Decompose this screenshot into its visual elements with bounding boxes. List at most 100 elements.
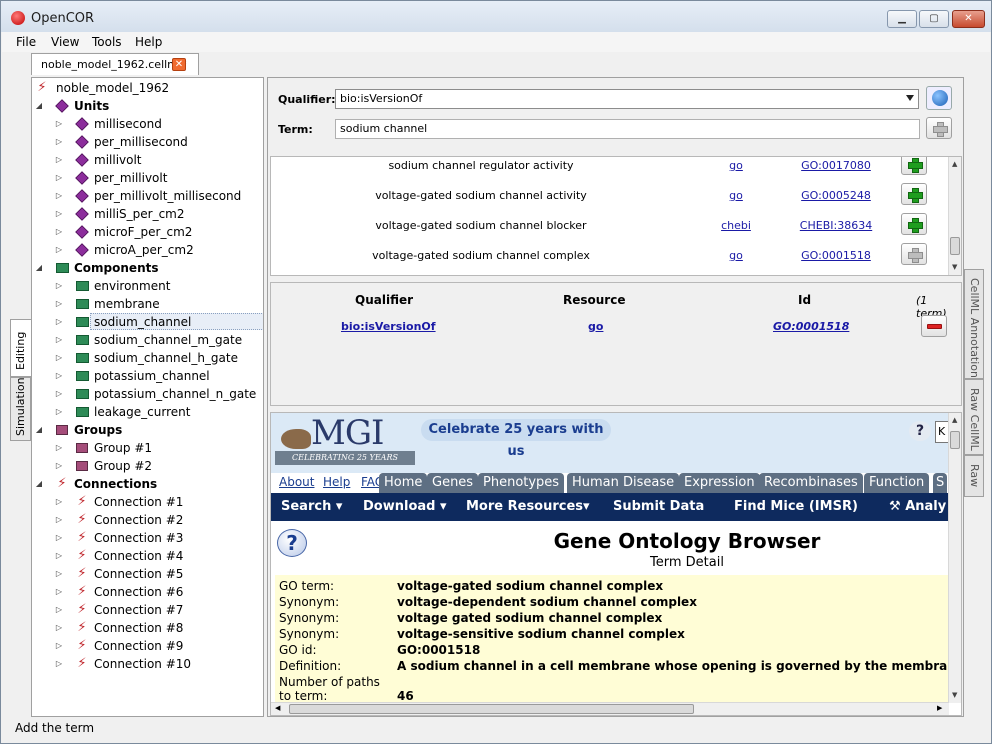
tree-item[interactable]: ◢ Units bbox=[34, 97, 254, 115]
tab-recombinases[interactable]: Recombinases bbox=[759, 473, 863, 493]
collapsed-arrow-icon[interactable]: ▷ bbox=[54, 619, 64, 637]
tree-item[interactable]: ▷ millivolt bbox=[54, 151, 263, 169]
menu-view[interactable]: View bbox=[51, 35, 79, 49]
tab-human-disease[interactable]: Human Disease bbox=[567, 473, 680, 493]
web-hscroll-thumb[interactable] bbox=[289, 704, 694, 714]
collapsed-arrow-icon[interactable]: ▷ bbox=[54, 151, 64, 169]
web-scroll-thumb[interactable] bbox=[950, 431, 960, 449]
collapsed-arrow-icon[interactable]: ▷ bbox=[54, 403, 64, 421]
qualifier-link[interactable]: bio:isVersionOf bbox=[341, 320, 436, 333]
nav-download[interactable]: Download ▾ bbox=[363, 499, 447, 514]
nav-search[interactable]: Search ▾ bbox=[281, 499, 342, 514]
expanded-arrow-icon[interactable]: ◢ bbox=[34, 421, 44, 439]
resource-link[interactable]: go bbox=[588, 320, 603, 333]
collapsed-arrow-icon[interactable]: ▷ bbox=[54, 187, 64, 205]
celebrate-link[interactable]: Celebrate 25 years with us bbox=[421, 419, 611, 459]
tree-item[interactable]: ▷ membrane bbox=[54, 295, 263, 313]
menu-tools[interactable]: Tools bbox=[92, 35, 122, 49]
tab-more[interactable]: S bbox=[933, 473, 948, 493]
collapsed-arrow-icon[interactable]: ▷ bbox=[54, 331, 64, 349]
tree-item[interactable]: ▷ ⚡ Connection #3 bbox=[54, 529, 263, 547]
tree-item[interactable]: ▷ sodium_channel bbox=[54, 313, 263, 331]
collapsed-arrow-icon[interactable]: ▷ bbox=[54, 565, 64, 583]
tree-item[interactable]: ▷ ⚡ Connection #6 bbox=[54, 583, 263, 601]
collapsed-arrow-icon[interactable]: ▷ bbox=[54, 133, 64, 151]
tab-raw[interactable]: Raw bbox=[964, 455, 984, 497]
tab-home[interactable]: Home bbox=[379, 473, 428, 493]
scroll-up-icon[interactable]: ▲ bbox=[952, 160, 957, 168]
collapsed-arrow-icon[interactable]: ▷ bbox=[54, 313, 64, 331]
scroll-down-icon[interactable]: ▼ bbox=[952, 691, 957, 699]
tree-item[interactable]: ▷ ⚡ Connection #9 bbox=[54, 637, 263, 655]
tree-item[interactable]: ▷ leakage_current bbox=[54, 403, 263, 421]
collapsed-arrow-icon[interactable]: ▷ bbox=[54, 655, 64, 673]
collapsed-arrow-icon[interactable]: ▷ bbox=[54, 601, 64, 619]
tree-item[interactable]: ▷ ⚡ Connection #2 bbox=[54, 511, 263, 529]
tree-item[interactable]: ▷ ⚡ Connection #7 bbox=[54, 601, 263, 619]
add-result-button[interactable] bbox=[901, 157, 927, 175]
results-scroll-thumb[interactable] bbox=[950, 237, 960, 255]
result-id-link[interactable]: GO:0005248 bbox=[791, 189, 881, 202]
result-id-link[interactable]: CHEBI:38634 bbox=[791, 219, 881, 232]
tab-function[interactable]: Function bbox=[864, 473, 930, 493]
tree-item[interactable]: ▷ millisecond bbox=[54, 115, 263, 133]
expanded-arrow-icon[interactable]: ◢ bbox=[34, 97, 44, 115]
help-circle-icon[interactable]: ? bbox=[277, 529, 307, 557]
results-scrollbar[interactable]: ▲ ▼ bbox=[948, 157, 961, 275]
expanded-arrow-icon[interactable]: ◢ bbox=[34, 259, 44, 277]
collapsed-arrow-icon[interactable]: ▷ bbox=[54, 169, 64, 187]
tab-raw-cellml[interactable]: Raw CellML bbox=[964, 379, 984, 455]
tab-phenotypes[interactable]: Phenotypes bbox=[478, 473, 565, 493]
collapsed-arrow-icon[interactable]: ▷ bbox=[54, 529, 64, 547]
add-result-button[interactable] bbox=[901, 243, 927, 265]
tree-item[interactable]: ▷ milliS_per_cm2 bbox=[54, 205, 263, 223]
tree-item[interactable]: ▷ sodium_channel_h_gate bbox=[54, 349, 263, 367]
tab-editing[interactable]: Editing bbox=[10, 319, 31, 377]
term-input[interactable]: sodium channel bbox=[335, 119, 920, 139]
collapsed-arrow-icon[interactable]: ▷ bbox=[54, 493, 64, 511]
tree-item[interactable]: ▷ ⚡ Connection #1 bbox=[54, 493, 263, 511]
tree-item[interactable]: ▷ sodium_channel_m_gate bbox=[54, 331, 263, 349]
expanded-arrow-icon[interactable]: ◢ bbox=[34, 475, 44, 493]
quick-search-input[interactable]: K bbox=[935, 421, 949, 443]
scroll-right-icon[interactable]: ▶ bbox=[937, 704, 942, 712]
result-resource-link[interactable]: go bbox=[711, 249, 761, 262]
collapsed-arrow-icon[interactable]: ▷ bbox=[54, 115, 64, 133]
about-link[interactable]: About bbox=[279, 475, 314, 489]
collapsed-arrow-icon[interactable]: ▷ bbox=[54, 277, 64, 295]
collapsed-arrow-icon[interactable]: ▷ bbox=[54, 241, 64, 259]
collapsed-arrow-icon[interactable]: ▷ bbox=[54, 457, 64, 475]
web-vertical-scrollbar[interactable]: ▲ ▼ bbox=[948, 413, 961, 703]
add-term-button[interactable] bbox=[926, 117, 952, 139]
collapsed-arrow-icon[interactable]: ▷ bbox=[54, 295, 64, 313]
collapsed-arrow-icon[interactable]: ▷ bbox=[54, 223, 64, 241]
scroll-left-icon[interactable]: ◀ bbox=[275, 704, 280, 712]
collapsed-arrow-icon[interactable]: ▷ bbox=[54, 637, 64, 655]
tree-item[interactable]: ▷ per_millivolt_millisecond bbox=[54, 187, 263, 205]
result-resource-link[interactable]: go bbox=[711, 189, 761, 202]
nav-find-mice[interactable]: Find Mice (IMSR) bbox=[734, 499, 858, 514]
menu-help[interactable]: Help bbox=[135, 35, 162, 49]
tab-expression[interactable]: Expression bbox=[679, 473, 760, 493]
nav-analysis[interactable]: ⚒ Analy bbox=[889, 499, 946, 514]
tab-simulation[interactable]: Simulation bbox=[10, 377, 31, 441]
maximize-button[interactable]: ▢ bbox=[919, 10, 949, 28]
minimize-button[interactable]: ▁ bbox=[887, 10, 917, 28]
collapsed-arrow-icon[interactable]: ▷ bbox=[54, 367, 64, 385]
close-tab-icon[interactable]: ✕ bbox=[172, 58, 186, 71]
globe-icon[interactable] bbox=[926, 86, 952, 110]
tree-item[interactable]: ▷ microF_per_cm2 bbox=[54, 223, 263, 241]
tree-item[interactable]: ▷ Group #1 bbox=[54, 439, 263, 457]
tree-item[interactable]: ▷ per_millivolt bbox=[54, 169, 263, 187]
cellml-tree[interactable]: ⚡ noble_model_1962 ◢ Units ▷ millisecond ▷ per_… bbox=[31, 77, 264, 717]
tree-item[interactable]: ◢ Components bbox=[34, 259, 254, 277]
collapsed-arrow-icon[interactable]: ▷ bbox=[54, 511, 64, 529]
tree-item[interactable]: ⚡ noble_model_1962 bbox=[34, 79, 254, 97]
tree-item[interactable]: ▷ ⚡ Connection #10 bbox=[54, 655, 263, 673]
tree-item[interactable]: ▷ ⚡ Connection #5 bbox=[54, 565, 263, 583]
tab-genes[interactable]: Genes bbox=[427, 473, 479, 493]
scroll-up-icon[interactable]: ▲ bbox=[952, 416, 957, 424]
tree-item[interactable]: ◢ ⚡ Connections bbox=[34, 475, 254, 493]
result-id-link[interactable]: GO:0001518 bbox=[791, 249, 881, 262]
result-id-link[interactable]: GO:0017080 bbox=[791, 159, 881, 172]
